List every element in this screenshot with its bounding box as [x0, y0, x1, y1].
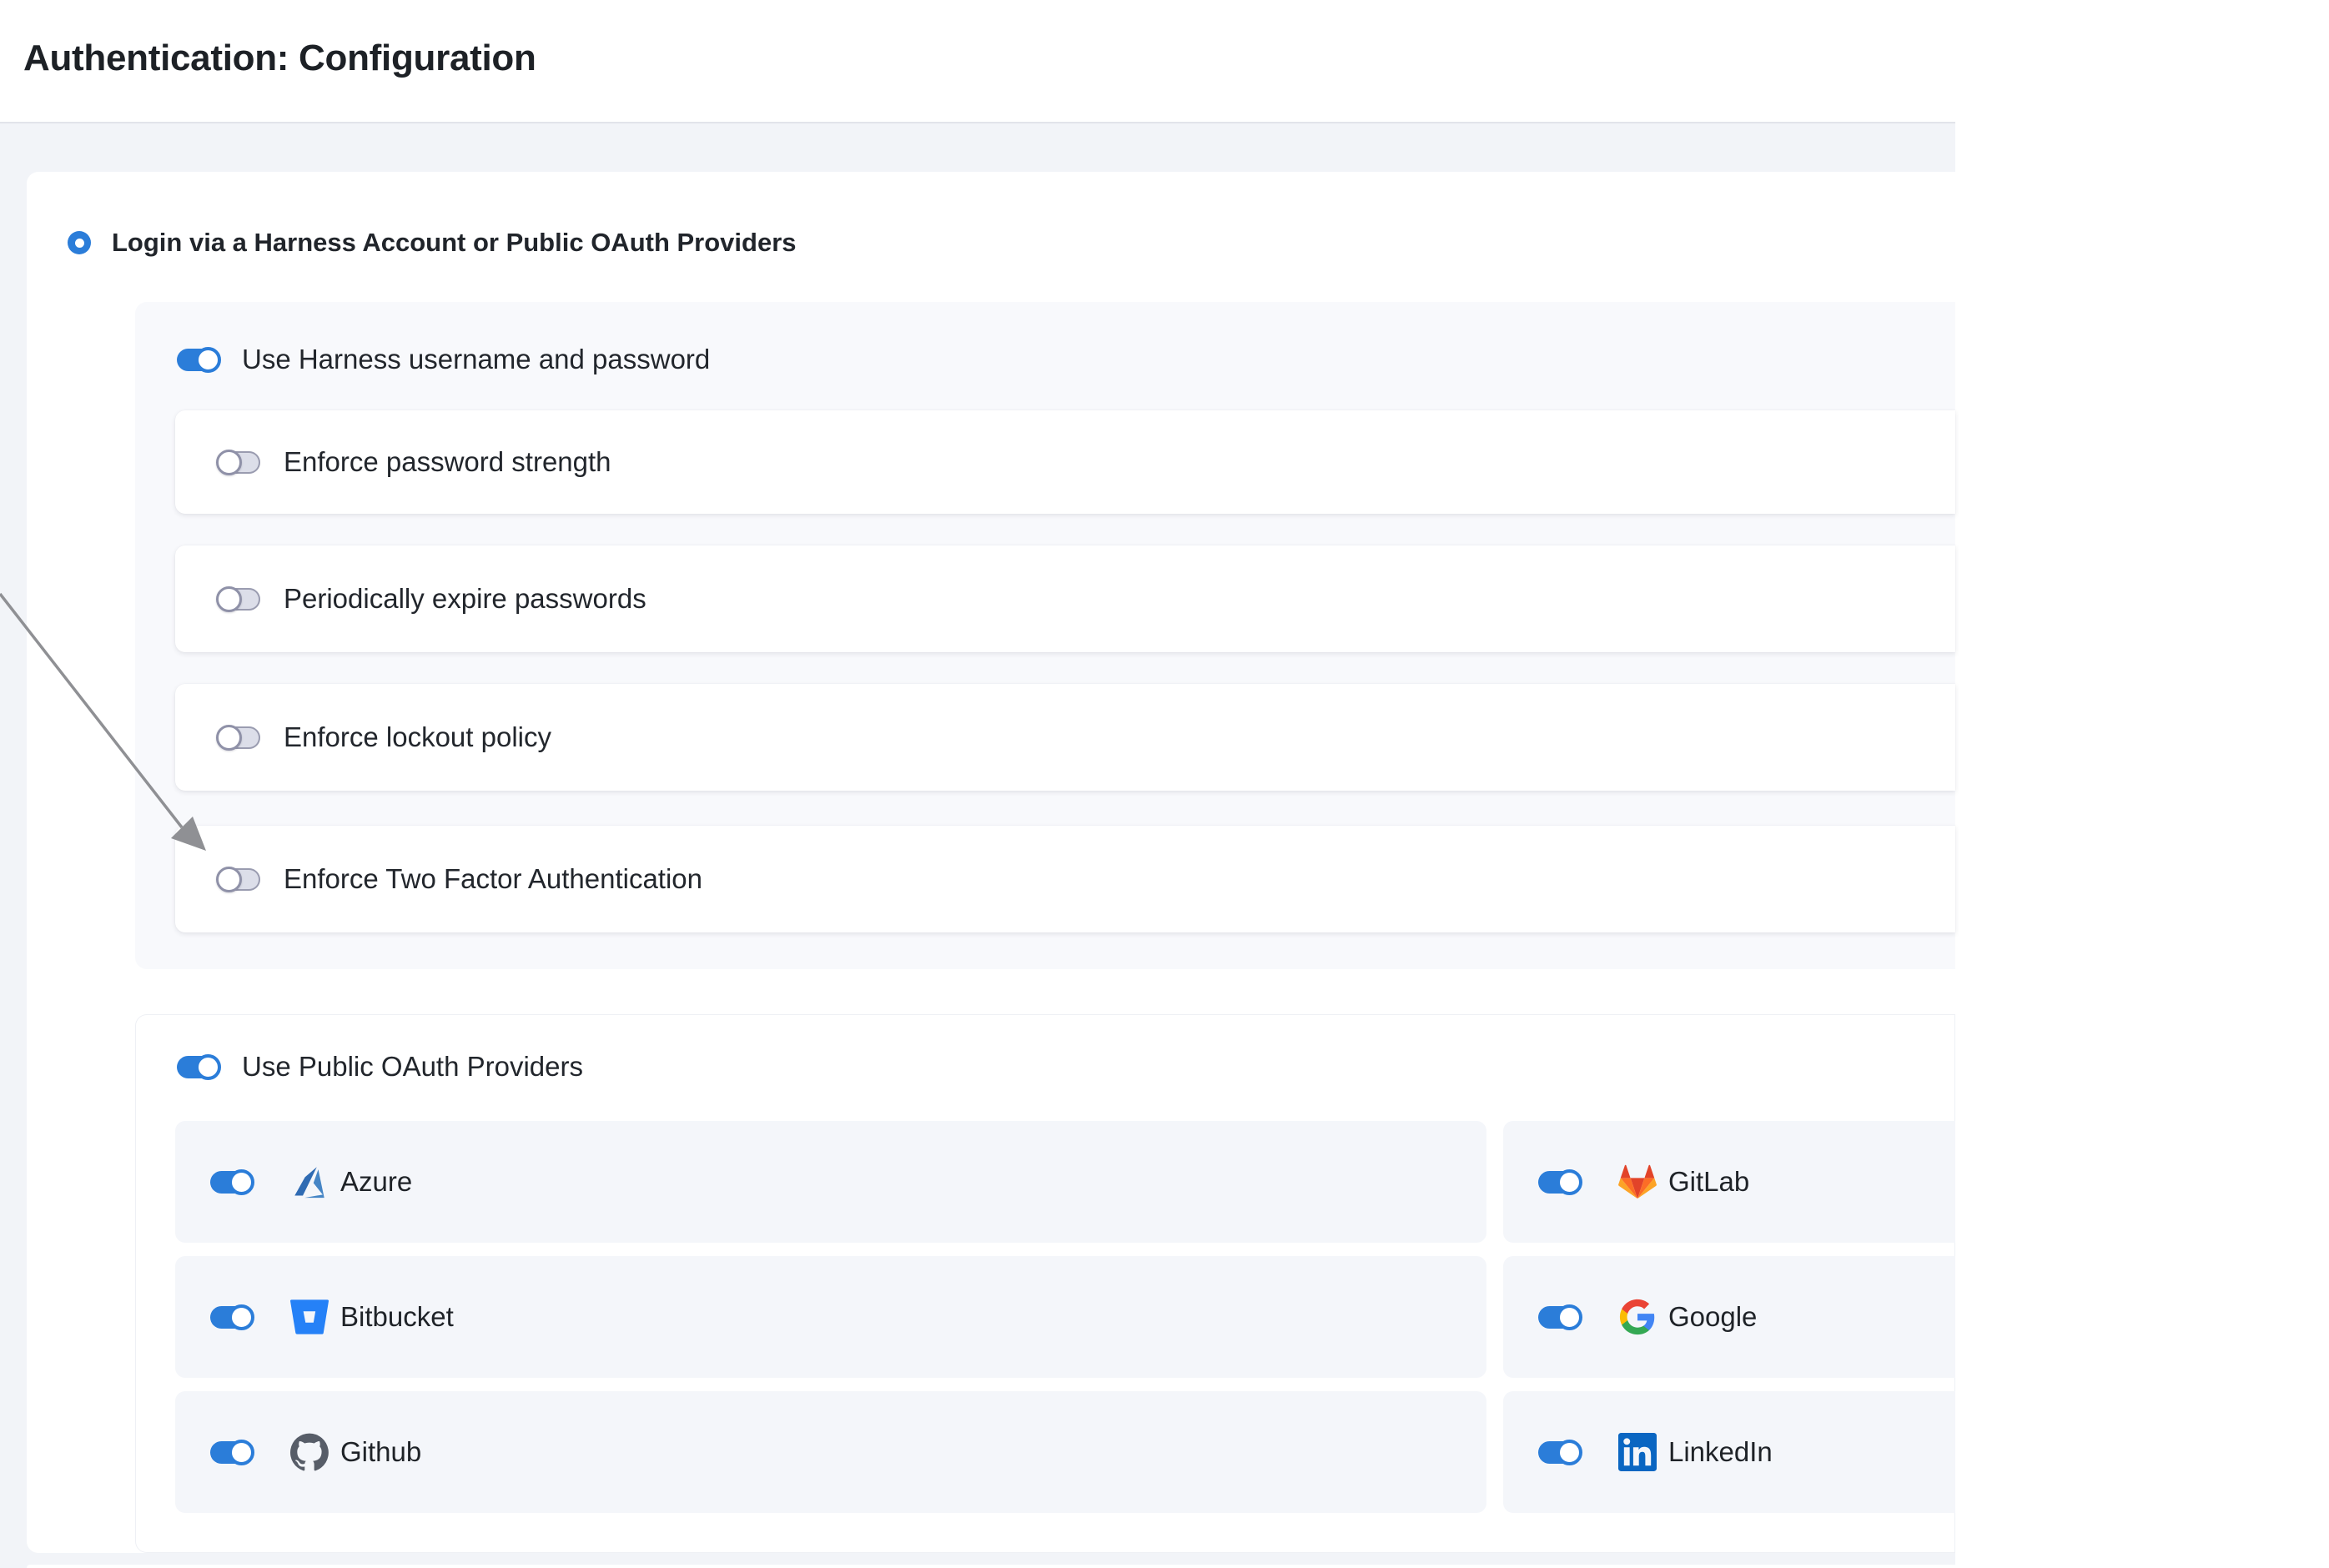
provider-card-linkedin: LinkedIn — [1503, 1391, 1955, 1513]
toggle-knob — [1557, 1304, 1582, 1330]
provider-label: Github — [340, 1436, 421, 1468]
provider-label: GitLab — [1668, 1166, 1749, 1198]
toggle-knob — [195, 347, 221, 373]
bitbucket-toggle[interactable] — [210, 1306, 252, 1329]
harness-login-toggle-label: Use Harness username and password — [242, 344, 710, 375]
provider-card-bitbucket: Bitbucket — [175, 1256, 1486, 1378]
provider-label: Bitbucket — [340, 1301, 454, 1333]
github-toggle[interactable] — [210, 1441, 252, 1464]
toggle-knob — [216, 867, 242, 892]
toggle-knob — [229, 1304, 254, 1330]
azure-toggle[interactable] — [210, 1171, 252, 1194]
provider-card-github: Github — [175, 1391, 1486, 1513]
option-card-expire-passwords: Periodically expire passwords — [175, 545, 1955, 652]
linkedin-icon — [1618, 1433, 1657, 1471]
option-card-two-factor-auth: Enforce Two Factor Authentication — [175, 826, 1955, 932]
page-title: Authentication: Configuration — [23, 38, 536, 78]
login-method-radio[interactable] — [68, 231, 91, 254]
github-icon — [290, 1433, 329, 1471]
enforce-password-strength-toggle[interactable] — [219, 451, 260, 474]
provider-card-google: Google — [1503, 1256, 1955, 1378]
gitlab-icon — [1618, 1163, 1657, 1201]
gitlab-toggle[interactable] — [1538, 1171, 1580, 1194]
login-method-radio-row: Login via a Harness Account or Public OA… — [68, 219, 797, 266]
azure-icon — [290, 1163, 329, 1201]
provider-label: Azure — [340, 1166, 412, 1198]
provider-card-gitlab: GitLab — [1503, 1121, 1955, 1243]
option-card-lockout-policy: Enforce lockout policy — [175, 684, 1955, 791]
option-card-password-strength: Enforce password strength — [175, 410, 1955, 514]
oauth-toggle-row: Use Public OAuth Providers — [177, 1044, 583, 1089]
enforce-two-factor-authentication-toggle[interactable] — [219, 868, 260, 891]
toggle-knob — [195, 1054, 221, 1080]
oauth-toggle-label: Use Public OAuth Providers — [242, 1051, 583, 1083]
toggle-knob — [1557, 1440, 1582, 1465]
option-label: Periodically expire passwords — [284, 583, 646, 615]
use-public-oauth-providers-toggle[interactable] — [177, 1056, 219, 1078]
toggle-knob — [216, 450, 242, 475]
toggle-knob — [229, 1440, 254, 1465]
harness-login-toggle-row: Use Harness username and password — [177, 337, 710, 382]
google-toggle[interactable] — [1538, 1306, 1580, 1329]
authentication-configuration-page: Authentication: Configuration Login via … — [0, 0, 2329, 1568]
option-label: Enforce lockout policy — [284, 721, 551, 753]
enforce-lockout-policy-toggle[interactable] — [219, 726, 260, 749]
toggle-knob — [1557, 1169, 1582, 1195]
google-icon — [1618, 1298, 1657, 1336]
provider-label: LinkedIn — [1668, 1436, 1773, 1468]
bitbucket-icon — [290, 1298, 329, 1336]
provider-label: Google — [1668, 1301, 1757, 1333]
radio-dot — [75, 239, 84, 248]
option-label: Enforce Two Factor Authentication — [284, 863, 702, 895]
option-label: Enforce password strength — [284, 446, 611, 478]
periodically-expire-passwords-toggle[interactable] — [219, 588, 260, 611]
linkedin-toggle[interactable] — [1538, 1441, 1580, 1464]
next-section-panel-edge — [27, 1565, 1955, 1568]
toggle-knob — [229, 1169, 254, 1195]
use-harness-username-password-toggle[interactable] — [177, 349, 219, 371]
login-method-radio-label: Login via a Harness Account or Public OA… — [112, 228, 797, 258]
provider-card-azure: Azure — [175, 1121, 1486, 1243]
toggle-knob — [216, 586, 242, 612]
toggle-knob — [216, 725, 242, 751]
